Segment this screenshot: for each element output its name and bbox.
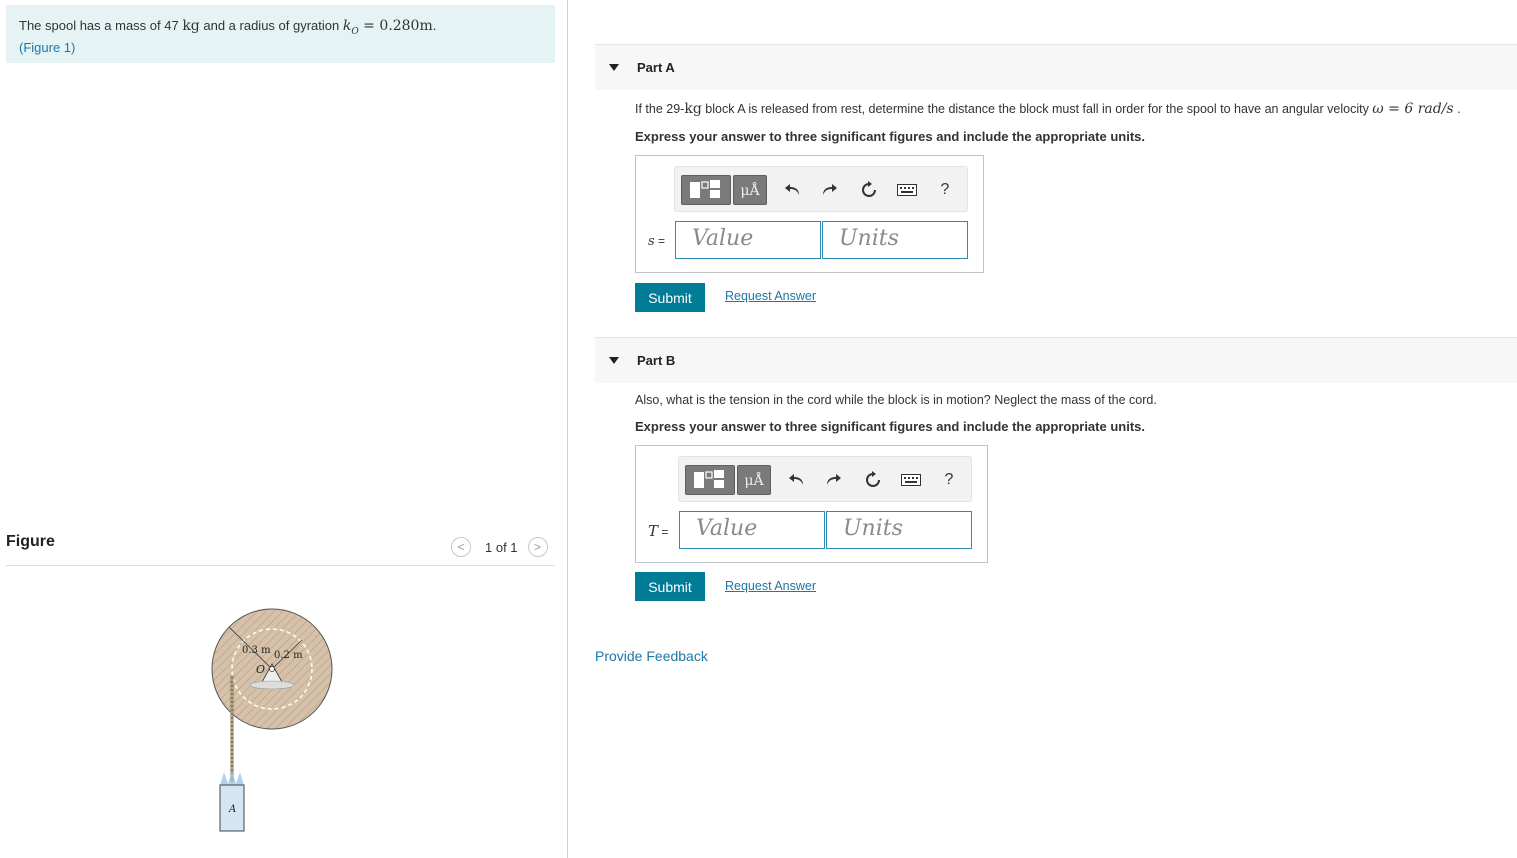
variable-label: T = (648, 522, 669, 540)
part-a-request-answer-link[interactable]: Request Answer (725, 289, 816, 303)
undo-icon[interactable] (787, 470, 807, 490)
pin (269, 666, 275, 672)
templates-button[interactable] (685, 465, 735, 495)
problem-text: The spool has a mass of 47 kg and a radi… (19, 18, 437, 37)
redo-icon[interactable] (823, 470, 843, 490)
next-figure-button[interactable]: > (527, 537, 548, 557)
prev-figure-button[interactable]: < (451, 537, 471, 557)
part-b-answer-box: μÅ ? T = Value Units (635, 445, 988, 563)
keyboard-icon[interactable] (901, 470, 921, 490)
collapse-triangle-icon (609, 357, 619, 364)
part-a-submit-button[interactable]: Submit (635, 283, 705, 312)
templates-icon (690, 180, 720, 198)
part-a-question: If the 29-kg block A is released from re… (635, 101, 1461, 117)
part-b-submit-button[interactable]: Submit (635, 572, 705, 601)
figure-divider (6, 565, 555, 566)
center-label: O (256, 663, 265, 676)
undo-icon[interactable] (783, 180, 803, 200)
provide-feedback-link[interactable]: Provide Feedback (595, 648, 708, 664)
templates-button[interactable] (681, 175, 731, 205)
support-base (249, 680, 295, 690)
gyration-expression: kO = 0.280m (342, 18, 433, 37)
reset-icon[interactable] (863, 470, 883, 490)
units-input[interactable]: Units (822, 221, 968, 259)
collapse-triangle-icon (609, 64, 619, 71)
part-b-question: Also, what is the tension in the cord wh… (635, 393, 1157, 407)
reset-icon[interactable] (859, 180, 879, 200)
figure-title: Figure (6, 533, 55, 550)
units-button[interactable]: μÅ (737, 465, 771, 495)
units-button[interactable]: μÅ (733, 175, 767, 205)
value-input[interactable]: Value (675, 221, 821, 259)
help-icon[interactable]: ? (935, 180, 955, 200)
outer-radius-label: 0.3 m (242, 645, 271, 656)
part-a-answer-box: μÅ ? s = Value Units (635, 155, 984, 273)
part-b-instruction: Express your answer to three significant… (635, 419, 1145, 434)
part-a-header[interactable]: Part A (595, 44, 1517, 90)
redo-icon[interactable] (819, 180, 839, 200)
variable-label: s = (648, 234, 666, 249)
math-toolbar: μÅ ? (674, 166, 968, 212)
inner-radius-label: 0.2 m (274, 650, 303, 661)
block-label: A (228, 804, 236, 815)
part-b-title: Part B (637, 353, 676, 368)
keyboard-icon[interactable] (897, 180, 917, 200)
part-b-request-answer-link[interactable]: Request Answer (725, 579, 816, 593)
part-a-instruction: Express your answer to three significant… (635, 129, 1145, 144)
figure-count: 1 of 1 (485, 539, 518, 555)
problem-statement: The spool has a mass of 47 kg and a radi… (6, 5, 555, 63)
part-a-title: Part A (637, 60, 675, 75)
help-icon[interactable]: ? (939, 470, 959, 490)
figure-link[interactable]: (Figure 1) (19, 40, 75, 55)
spool-figure: 0.3 m 0.2 m O A (211, 608, 333, 832)
part-b-header[interactable]: Part B (595, 337, 1517, 383)
chevron-right-icon: > (534, 540, 542, 554)
figure-pager: < 1 of 1 > (451, 536, 548, 558)
templates-icon (694, 470, 724, 488)
column-divider (567, 0, 568, 858)
units-input[interactable]: Units (826, 511, 972, 549)
value-input[interactable]: Value (679, 511, 825, 549)
math-toolbar: μÅ ? (678, 456, 972, 502)
chevron-left-icon: < (457, 540, 465, 554)
